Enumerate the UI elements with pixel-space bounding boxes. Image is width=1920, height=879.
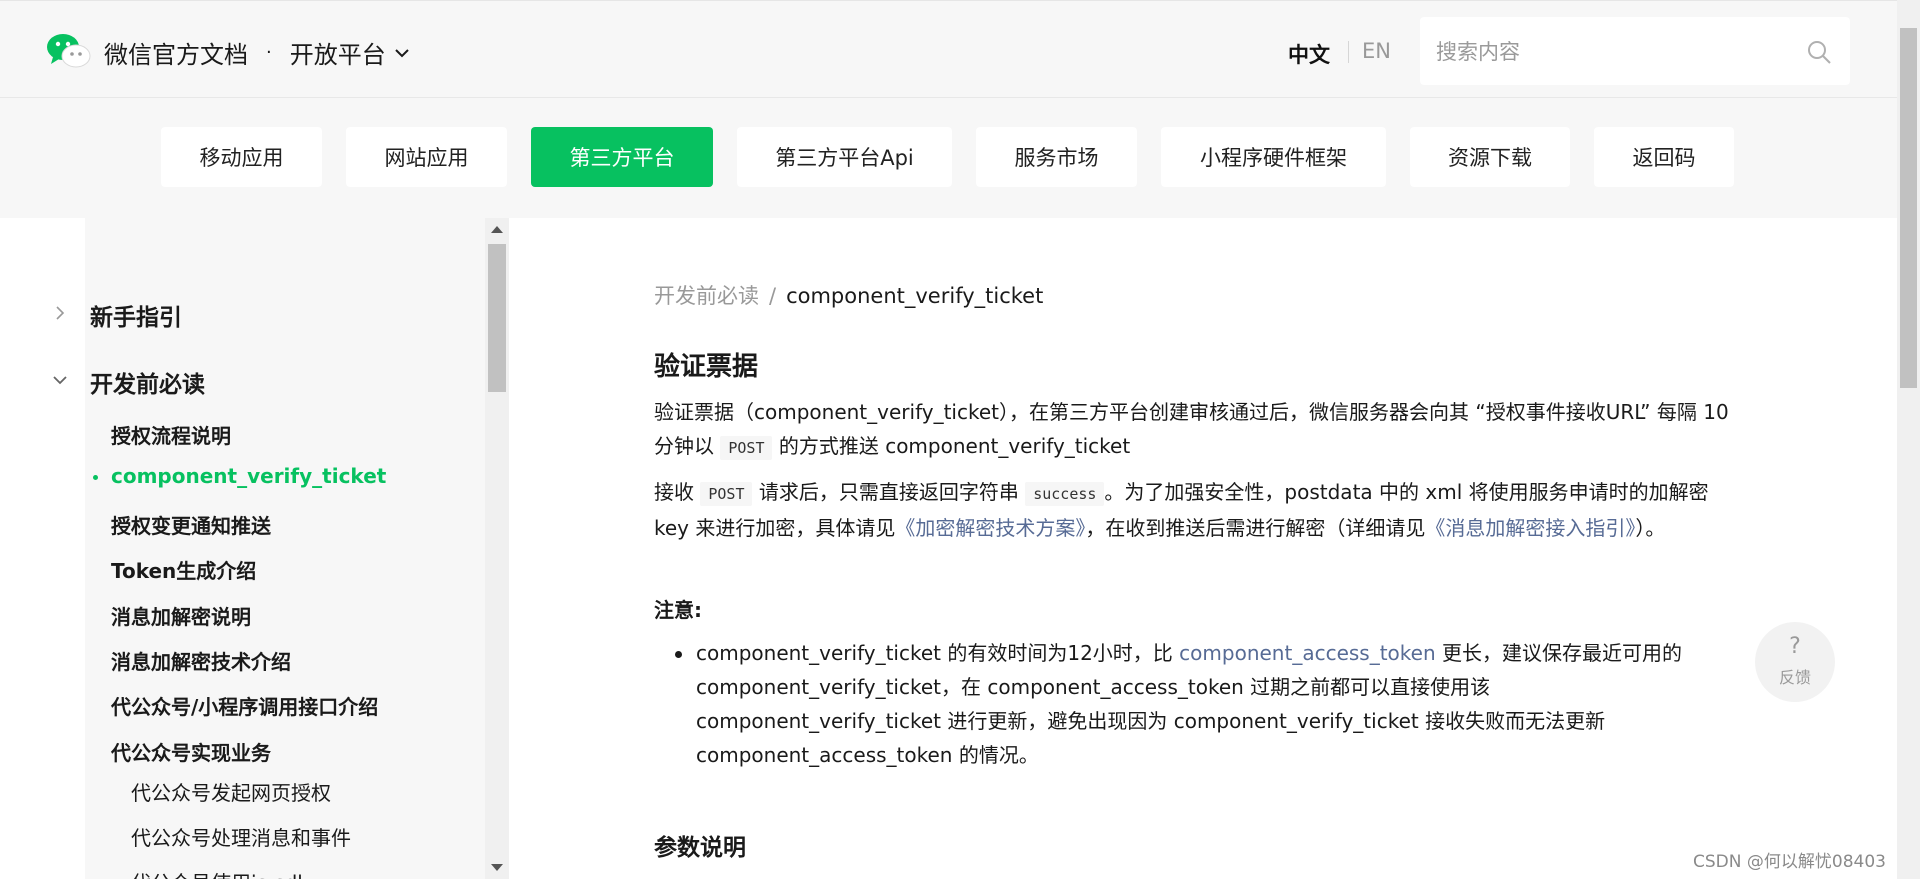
feedback-label: 反馈 [1778,668,1811,687]
breadcrumb: 开发前必读 / component_verify_ticket [654,280,1043,310]
doc-sidebar: 新手指引 开发前必读 授权流程说明 component_verify_ticke… [0,218,485,879]
tab-mobile-app[interactable]: 移动应用 [161,127,322,187]
feedback-button[interactable]: ? 反馈 [1755,622,1835,702]
sidebar-item-api-call-intro[interactable]: 代公众号/小程序调用接口介绍 [111,691,378,720]
sidebar-scroll-thumb[interactable] [488,244,506,392]
platform-selector-label[interactable]: 开放平台 [290,35,386,70]
receive-text-a: 接收 [654,480,701,504]
breadcrumb-parent[interactable]: 开发前必读 [654,284,759,308]
tab-third-party-platform[interactable]: 第三方平台 [531,127,713,187]
lang-zh-link[interactable]: 中文 [1288,39,1330,69]
tab-return-codes[interactable]: 返回码 [1594,127,1734,187]
note-text-a: component_verify_ticket 的有效时间为12小时，比 [696,641,1180,665]
intro-paragraph: 验证票据（component_verify_ticket），在第三方平台创建审核… [654,395,1734,465]
search-box [1420,17,1850,87]
receive-text-d: ，在收到推送后需进行解密（详细请见 [1085,516,1426,540]
intro-text-b: 的方式推送 component_verify_ticket [772,434,1131,458]
question-mark-icon: ? [1789,634,1801,659]
sidebar-subitem-jssdk[interactable]: 代公众号使用js-sdk [131,867,309,879]
doc-content: 开发前必读 / component_verify_ticket 验证票据 验证票据（… [509,218,1897,879]
inline-code-post: POST [700,482,753,506]
scroll-down-arrow-icon[interactable] [491,864,503,871]
tab-third-party-api[interactable]: 第三方平台Api [737,127,952,187]
watermark-text: CSDN @何以解忧08403 [1693,852,1886,872]
sidebar-item-auth-change-push[interactable]: 授权变更通知推送 [111,510,271,539]
tab-website-app[interactable]: 网站应用 [346,127,507,187]
sidebar-subitem-msg-events[interactable]: 代公众号处理消息和事件 [131,822,351,851]
wechat-logo-icon[interactable] [45,31,93,71]
page-scrollbar[interactable] [1897,0,1920,879]
tab-service-market[interactable]: 服务市场 [976,127,1137,187]
chevron-right-icon[interactable] [52,305,68,321]
chevron-down-icon[interactable] [394,45,410,61]
sidebar-group-getting-started[interactable]: 新手指引 [90,298,182,332]
brand-title[interactable]: 微信官方文档 [104,35,248,70]
sidebar-item-business-impl[interactable]: 代公众号实现业务 [111,737,271,766]
inline-code-success: success [1025,482,1105,506]
tab-resource-download[interactable]: 资源下载 [1410,127,1570,187]
breadcrumb-separator: / [769,284,777,308]
breadcrumb-current: component_verify_ticket [786,284,1044,308]
link-crypto-scheme[interactable]: 《加密解密技术方案》 [895,516,1085,540]
list-bullet [675,651,682,658]
lang-en-link[interactable]: EN [1362,39,1391,63]
sidebar-item-component-verify-ticket[interactable]: component_verify_ticket [111,464,386,488]
note-label: 注意: [654,598,702,622]
section-heading-params: 参数说明 [654,835,746,861]
scroll-up-arrow-icon[interactable] [491,226,503,233]
receive-text-b: 请求后，只需直接返回字符串 [752,480,1026,504]
note-list-item: component_verify_ticket 的有效时间为12小时，比 com… [696,636,1726,772]
sidebar-subitem-web-auth[interactable]: 代公众号发起网页授权 [131,777,331,806]
sidebar-item-msg-crypto-tech[interactable]: 消息加解密技术介绍 [111,646,291,675]
tab-mini-program-hardware[interactable]: 小程序硬件框架 [1161,127,1386,187]
top-header: 微信官方文档 · 开放平台 中文 EN [0,0,1897,98]
site-brand[interactable]: 微信官方文档 · 开放平台 [104,35,410,70]
link-msg-crypto-guide[interactable]: 《消息加解密接入指引》 [1425,516,1635,540]
brand-separator: · [266,42,272,63]
sidebar-item-auth-flow[interactable]: 授权流程说明 [111,420,231,449]
chevron-down-icon[interactable] [52,372,68,388]
search-icon[interactable] [1806,39,1832,65]
page-scroll-thumb[interactable] [1900,28,1917,388]
sidebar-item-token-intro[interactable]: Token生成介绍 [111,555,256,584]
receive-paragraph: 接收 POST 请求后，只需直接返回字符串 success 。为了加强安全性，po… [654,475,1734,545]
inline-code-post: POST [720,436,773,460]
category-tabs-bar: 移动应用 网站应用 第三方平台 第三方平台Api 服务市场 小程序硬件框架 资源… [0,98,1897,218]
link-component-access-token[interactable]: component_access_token [1179,641,1435,665]
sidebar-group-before-dev[interactable]: 开发前必读 [90,365,205,399]
page-title: 验证票据 [654,352,759,382]
receive-text-e: ）。 [1635,516,1666,540]
search-input[interactable] [1434,17,1798,87]
lang-divider [1348,41,1349,63]
active-bullet [93,475,98,480]
sidebar-scrollbar[interactable] [485,218,509,879]
sidebar-item-msg-crypto[interactable]: 消息加解密说明 [111,601,251,630]
